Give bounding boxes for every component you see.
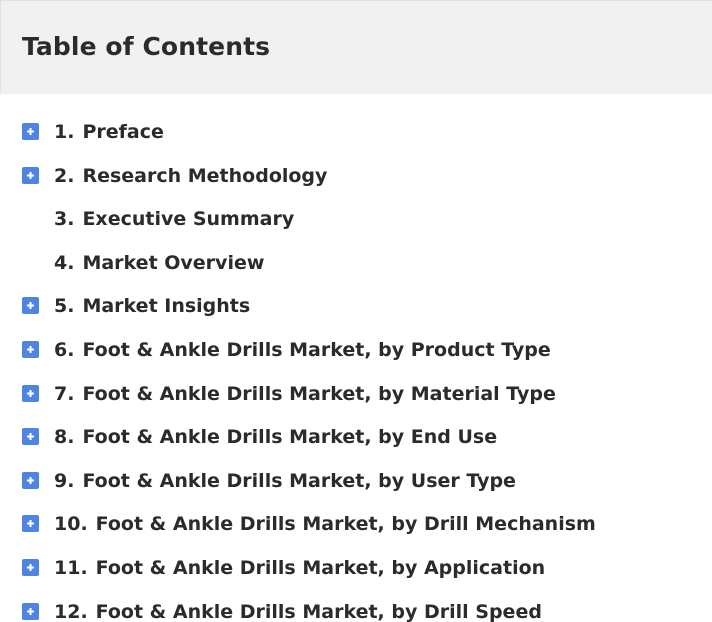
toc-item-number: 12.: [54, 600, 88, 622]
toc-item-number: 9.: [54, 469, 75, 492]
toc-item-number: 2.: [54, 164, 75, 187]
toc-item-label[interactable]: 9. Foot & Ankle Drills Market, by User Ty…: [54, 470, 516, 492]
toc-item-title: Market Overview: [82, 251, 265, 274]
toc-item-label[interactable]: 1. Preface: [54, 121, 164, 143]
toc-item-label[interactable]: 10. Foot & Ankle Drills Market, by Drill …: [54, 513, 596, 535]
toc-item[interactable]: 11. Foot & Ankle Drills Market, by Applic…: [0, 547, 712, 591]
toc-item-number: 3.: [54, 208, 75, 231]
toc-panel: Table of Contents 1. Preface 2. Research M…: [0, 0, 712, 622]
expand-plus-icon[interactable]: [22, 558, 39, 576]
toc-item[interactable]: 3. Executive Summary: [0, 198, 712, 242]
toc-item-number: 7.: [54, 382, 75, 405]
expand-plus-icon[interactable]: [22, 428, 39, 446]
toc-item-number: 11.: [54, 556, 88, 579]
toc-item[interactable]: 4. Market Overview: [0, 242, 712, 286]
toc-item[interactable]: 10. Foot & Ankle Drills Market, by Drill …: [0, 503, 712, 547]
expand-plus-icon[interactable]: [22, 123, 39, 140]
toc-item[interactable]: 9. Foot & Ankle Drills Market, by User Ty…: [0, 460, 712, 504]
toc-item-label[interactable]: 11. Foot & Ankle Drills Market, by Applic…: [54, 557, 545, 579]
toc-item[interactable]: 2. Research Methodology: [0, 155, 712, 199]
toc-item-label[interactable]: 7. Foot & Ankle Drills Market, by Materia…: [54, 383, 556, 405]
toc-list: 1. Preface 2. Research Methodology 3. Execu…: [0, 111, 712, 622]
toc-item-label[interactable]: 6. Foot & Ankle Drills Market, by Product…: [54, 339, 551, 361]
expand-plus-icon[interactable]: [22, 602, 39, 620]
toc-item-title: Research Methodology: [82, 164, 328, 187]
toc-item-title: Foot & Ankle Drills Market, by End Use: [82, 426, 498, 449]
toc-item-label[interactable]: 3. Executive Summary: [54, 208, 294, 230]
toc-item[interactable]: 1. Preface: [0, 111, 712, 155]
expand-plus-icon[interactable]: [22, 515, 39, 533]
toc-header: Table of Contents: [0, 0, 712, 94]
toc-item-label[interactable]: 2. Research Methodology: [54, 165, 327, 187]
toc-item-title: Executive Summary: [82, 208, 295, 231]
toc-item-title: Preface: [82, 121, 164, 143]
toc-item[interactable]: 5. Market Insights: [0, 285, 712, 329]
toc-item[interactable]: 8. Foot & Ankle Drills Market, by End Use: [0, 416, 712, 460]
expand-plus-icon[interactable]: [22, 340, 39, 358]
expand-plus-icon[interactable]: [22, 297, 39, 315]
toc-title: Table of Contents: [22, 32, 271, 61]
toc-item-title: Foot & Ankle Drills Market, by Material …: [82, 382, 556, 405]
toc-item-number: 10.: [54, 513, 88, 536]
toc-item-label[interactable]: 4. Market Overview: [54, 252, 264, 274]
toc-item-number: 5.: [54, 295, 75, 318]
toc-item-number: 6.: [54, 338, 75, 361]
toc-item-number: 1.: [54, 121, 75, 143]
toc-item[interactable]: 7. Foot & Ankle Drills Market, by Materia…: [0, 373, 712, 417]
toc-item-title: Foot & Ankle Drills Market, by Product T…: [82, 338, 551, 361]
toc-item-title: Foot & Ankle Drills Market, by Applicati…: [95, 556, 546, 579]
toc-item-number: 4.: [54, 251, 75, 274]
expand-plus-icon[interactable]: [22, 166, 39, 184]
toc-item-label[interactable]: 5. Market Insights: [54, 295, 250, 317]
expand-plus-icon[interactable]: [22, 384, 39, 402]
toc-item[interactable]: 6. Foot & Ankle Drills Market, by Product…: [0, 329, 712, 373]
toc-item-title: Foot & Ankle Drills Market, by User Type: [82, 469, 516, 492]
toc-item-title: Foot & Ankle Drills Market, by Drill Spe…: [95, 600, 542, 622]
toc-item-number: 8.: [54, 426, 75, 449]
toc-item-title: Foot & Ankle Drills Market, by Drill Mec…: [95, 513, 596, 536]
toc-item-label[interactable]: 8. Foot & Ankle Drills Market, by End Use: [54, 426, 497, 448]
toc-item-title: Market Insights: [82, 295, 251, 318]
toc-item[interactable]: 12. Foot & Ankle Drills Market, by Drill …: [0, 591, 712, 622]
toc-item-label[interactable]: 12. Foot & Ankle Drills Market, by Drill …: [54, 601, 542, 622]
expand-plus-icon[interactable]: [22, 471, 39, 489]
